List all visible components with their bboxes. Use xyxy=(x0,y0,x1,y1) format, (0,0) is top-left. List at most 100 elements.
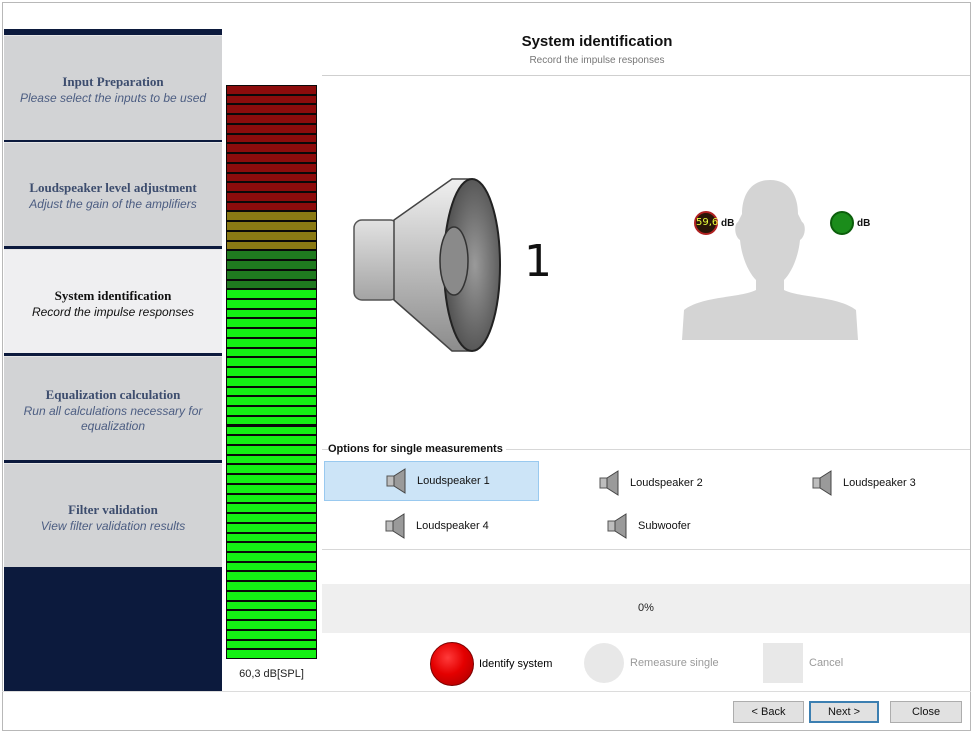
meter-segment xyxy=(227,368,316,376)
meter-segment xyxy=(227,309,316,318)
meter-segment xyxy=(227,640,316,649)
loudspeaker-4-option[interactable]: Loudspeaker 4 xyxy=(324,506,539,546)
meter-segment xyxy=(227,552,316,561)
meter-segment xyxy=(227,650,316,658)
meter-segment xyxy=(227,621,316,629)
meter-segment xyxy=(227,95,316,104)
options-bottom-divider xyxy=(322,549,970,550)
meter-segment xyxy=(227,134,316,143)
meter-segment xyxy=(227,144,316,153)
step-title: Input Preparation xyxy=(62,74,164,89)
loudspeaker-2-option[interactable]: Loudspeaker 2 xyxy=(538,463,753,503)
step-filter-validation[interactable]: Filter validation View filter validation… xyxy=(4,463,222,567)
option-label: Loudspeaker 2 xyxy=(630,477,703,489)
step-subtitle: Please select the inputs to be used xyxy=(19,91,207,105)
next-button[interactable]: Next > xyxy=(809,701,879,723)
meter-segment xyxy=(227,387,316,396)
footer-divider xyxy=(2,691,971,692)
meter-segment xyxy=(227,183,316,191)
remeasure-single-button[interactable]: Remeasure single xyxy=(584,643,719,683)
close-button[interactable]: Close xyxy=(890,701,962,723)
meter-segment xyxy=(227,465,316,474)
meter-segment xyxy=(227,163,316,172)
progress-bar: 0% xyxy=(322,584,970,633)
level-meter xyxy=(226,85,317,659)
meter-segment xyxy=(227,543,316,551)
step-equalization-calculation[interactable]: Equalization calculation Run all calcula… xyxy=(4,356,222,460)
speaker-small-icon xyxy=(385,513,405,539)
speaker-small-icon xyxy=(812,470,832,496)
loudspeaker-1-option[interactable]: Loudspeaker 1 xyxy=(324,461,539,501)
step-subtitle: Record the impulse responses xyxy=(31,305,195,319)
meter-segment xyxy=(227,241,316,250)
option-label: Subwoofer xyxy=(638,520,691,532)
meter-segment xyxy=(227,582,316,590)
meter-segment xyxy=(227,329,316,337)
step-loudspeaker-level[interactable]: Loudspeaker level adjustment Adjust the … xyxy=(4,142,222,246)
meter-segment xyxy=(227,494,316,503)
meter-segment xyxy=(227,222,316,230)
meter-segment xyxy=(227,231,316,240)
speaker-small-icon xyxy=(599,470,619,496)
meter-segment xyxy=(227,445,316,454)
stop-icon xyxy=(763,643,803,683)
meter-segment xyxy=(227,572,316,581)
meter-segment xyxy=(227,591,316,600)
left-ear-unit: dB xyxy=(721,218,735,229)
step-subtitle: Run all calculations necessary for equal… xyxy=(23,404,203,433)
step-system-identification[interactable]: System identification Record the impulse… xyxy=(4,249,222,353)
meter-segment xyxy=(227,397,316,406)
meter-segment xyxy=(227,562,316,571)
step-title: Loudspeaker level adjustment xyxy=(29,180,197,195)
meter-segment xyxy=(227,601,316,610)
option-label: Loudspeaker 3 xyxy=(843,477,916,489)
meter-segment xyxy=(227,193,316,201)
head-silhouette-icon xyxy=(682,180,858,340)
option-label: Loudspeaker 4 xyxy=(416,520,489,532)
meter-segment xyxy=(227,504,316,513)
meter-segment xyxy=(227,154,316,162)
step-sidebar: Input Preparation Please select the inpu… xyxy=(4,29,222,691)
meter-segment xyxy=(227,416,316,425)
meter-segment xyxy=(227,270,316,279)
meter-segment xyxy=(227,173,316,182)
meter-segment xyxy=(227,523,316,532)
meter-segment xyxy=(227,533,316,542)
meter-segment xyxy=(227,475,316,483)
level-meter-label: 60,3 dB[SPL] xyxy=(239,668,304,680)
meter-segment xyxy=(227,348,316,357)
step-subtitle: Adjust the gain of the amplifiers xyxy=(29,197,197,211)
left-ear-value: 59,6 xyxy=(696,217,719,228)
speaker-small-icon xyxy=(386,468,406,494)
meter-segment xyxy=(227,124,316,133)
subwoofer-option[interactable]: Subwoofer xyxy=(546,506,761,546)
meter-segment xyxy=(227,280,316,289)
option-label: Loudspeaker 1 xyxy=(417,475,490,487)
meter-segment xyxy=(227,407,316,415)
options-title: Options for single measurements xyxy=(328,443,506,455)
meter-segment xyxy=(227,105,316,114)
cancel-measurement-button[interactable]: Cancel xyxy=(763,643,843,683)
progress-text: 0% xyxy=(638,602,654,614)
meter-segment xyxy=(227,358,316,367)
step-title: Filter validation xyxy=(68,502,158,517)
meter-segment xyxy=(227,300,316,308)
identify-system-button[interactable]: Identify system xyxy=(430,642,552,686)
meter-segment xyxy=(227,484,316,493)
meter-segment xyxy=(227,261,316,269)
speaker-number: 1 xyxy=(524,236,552,287)
step-input-preparation[interactable]: Input Preparation Please select the inpu… xyxy=(4,35,222,140)
header-divider xyxy=(322,75,970,76)
record-icon xyxy=(430,642,474,686)
remeasure-icon xyxy=(584,643,624,683)
left-ear-level-indicator: 59,6 xyxy=(694,211,718,235)
meter-segment xyxy=(227,86,316,94)
loudspeaker-3-option[interactable]: Loudspeaker 3 xyxy=(751,463,966,503)
meter-segment xyxy=(227,319,316,328)
right-ear-unit: dB xyxy=(857,218,871,229)
speaker-small-icon xyxy=(607,513,627,539)
loudspeaker-icon xyxy=(353,178,501,352)
meter-segment xyxy=(227,212,316,221)
back-button[interactable]: < Back xyxy=(733,701,804,723)
meter-segment xyxy=(227,338,316,347)
